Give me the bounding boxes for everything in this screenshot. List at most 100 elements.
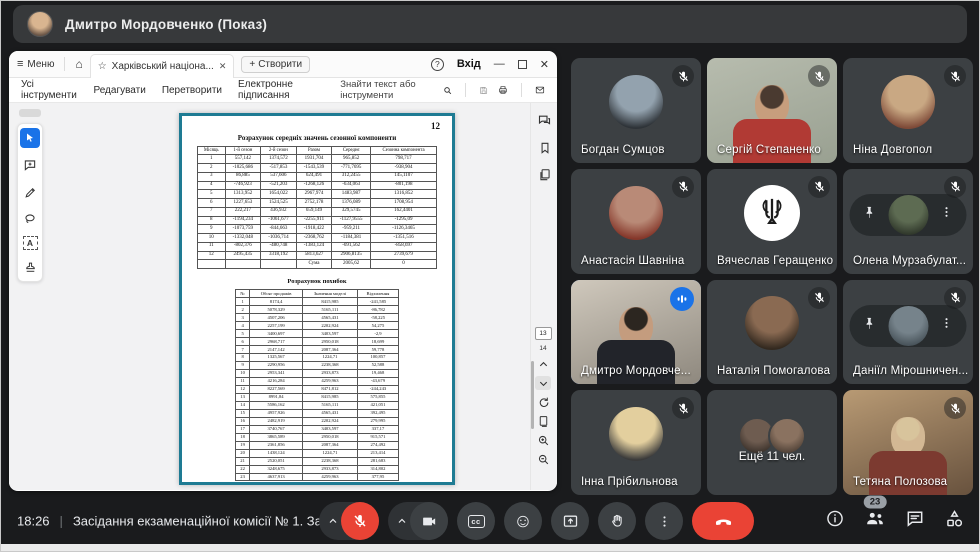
- participant-tile[interactable]: Інна Прібильнова: [571, 390, 701, 495]
- pages-panel-icon[interactable]: [538, 168, 552, 182]
- chat-button[interactable]: [905, 509, 925, 534]
- participant-tile[interactable]: Дмитро Мордовче...: [571, 280, 701, 385]
- bookmarks-panel-icon[interactable]: [538, 141, 552, 155]
- zoom-out-button[interactable]: [535, 452, 551, 466]
- trident-icon: [755, 196, 789, 230]
- avatar: [609, 186, 663, 240]
- document-tab-title: Харківський націона...: [112, 61, 214, 72]
- save-icon[interactable]: [479, 84, 488, 97]
- help-icon[interactable]: ?: [431, 58, 444, 71]
- mic-muted-icon: [944, 287, 966, 309]
- participant-tile[interactable]: Ещё 11 чел.: [707, 390, 837, 495]
- lasso-tool[interactable]: [20, 209, 40, 229]
- select-tool[interactable]: [20, 128, 40, 148]
- participant-name: Богдан Сумцов: [581, 144, 665, 156]
- participant-name: Тетяна Полозова: [853, 476, 947, 488]
- new-tab-button[interactable]: +Створити: [241, 56, 310, 73]
- close-button[interactable]: ✕: [540, 58, 549, 71]
- divider: [465, 83, 466, 97]
- participant-tile[interactable]: Анастасія Шавніна: [571, 169, 701, 274]
- comments-panel-icon[interactable]: [537, 113, 552, 128]
- seasonal-component-table: Місяць1-й сезон2-й сезонРазомСереднєСезо…: [197, 146, 437, 269]
- divider: |: [60, 514, 63, 529]
- previous-page-button[interactable]: [535, 357, 551, 371]
- present-button[interactable]: [551, 502, 589, 540]
- participant-tile[interactable]: Ніна Довгопол: [843, 58, 973, 163]
- participant-tile[interactable]: Наталія Помогалова: [707, 280, 837, 385]
- mic-control: [319, 502, 379, 540]
- participant-tile[interactable]: Вячеслав Геращенко: [707, 169, 837, 274]
- tile-menu-button[interactable]: [940, 316, 954, 335]
- print-icon[interactable]: [498, 83, 508, 97]
- avatar: [609, 407, 663, 461]
- comment-tool[interactable]: [20, 155, 40, 175]
- more-options-button[interactable]: [645, 502, 683, 540]
- people-button[interactable]: 23: [864, 508, 886, 535]
- pin-icon: [863, 316, 878, 331]
- participant-tile[interactable]: Олена Мурзабулат...: [843, 169, 973, 274]
- rotate-page-button[interactable]: [535, 395, 551, 409]
- raise-hand-button[interactable]: [598, 502, 636, 540]
- zoom-in-button[interactable]: [535, 433, 551, 447]
- page-nav-column: 13 14: [533, 327, 553, 466]
- camera-options-chevron-icon[interactable]: [394, 513, 410, 529]
- camera-control: [388, 502, 448, 540]
- convert-menu[interactable]: Перетворити: [162, 85, 222, 96]
- edit-menu[interactable]: Редагувати: [93, 85, 145, 96]
- stamp-tool[interactable]: [20, 257, 40, 277]
- errors-table: №Обсяг продажівЗначення моделіВідхилення…: [235, 289, 399, 481]
- mic-muted-icon: [672, 65, 694, 87]
- participant-tile[interactable]: Богдан Сумцов: [571, 58, 701, 163]
- pin-icon: [863, 205, 878, 220]
- home-icon[interactable]: ⌂: [75, 57, 82, 71]
- maximize-button[interactable]: [518, 60, 527, 69]
- mail-icon[interactable]: [535, 83, 545, 97]
- participant-tile[interactable]: Сергій Степаненко: [707, 58, 837, 163]
- panel-toggle[interactable]: [19, 109, 41, 117]
- current-page-input[interactable]: 13: [535, 327, 552, 340]
- scrollbar[interactable]: [531, 361, 534, 429]
- all-tools-menu[interactable]: Усі інструменти: [21, 79, 77, 101]
- present-icon: [562, 513, 579, 530]
- next-page-button[interactable]: [535, 376, 551, 390]
- draw-tool[interactable]: [20, 182, 40, 202]
- leave-call-button[interactable]: [692, 502, 754, 540]
- login-button[interactable]: Вхід: [457, 58, 481, 70]
- participant-name: Олена Мурзабулат...: [853, 255, 966, 267]
- meeting-details-button[interactable]: [825, 509, 845, 534]
- camera-button[interactable]: [410, 502, 448, 540]
- participant-tile[interactable]: Тетяна Полозова: [843, 390, 973, 495]
- captions-button[interactable]: cc: [457, 502, 495, 540]
- search-icon[interactable]: [443, 84, 452, 97]
- tile-menu-icon: [940, 205, 954, 219]
- select-text-tool[interactable]: A: [23, 236, 38, 250]
- document-tab[interactable]: ☆ Харківський націона... ✕: [90, 54, 235, 78]
- mic-options-chevron-icon[interactable]: [325, 513, 341, 529]
- info-icon: [825, 509, 845, 529]
- avatar: [889, 306, 929, 346]
- avatar: [745, 296, 799, 350]
- activities-button[interactable]: [944, 508, 965, 534]
- people-count-badge: 23: [864, 496, 887, 509]
- participant-tile[interactable]: Даніїл Мірошничен...: [843, 280, 973, 385]
- pin-tile-button[interactable]: [863, 316, 878, 336]
- export-page-button[interactable]: [535, 414, 551, 428]
- minimize-button[interactable]: —: [494, 58, 505, 70]
- participant-name: Вячеслав Геращенко: [717, 255, 833, 267]
- mic-muted-icon: [944, 65, 966, 87]
- mic-mute-button[interactable]: [341, 502, 379, 540]
- reactions-button[interactable]: ☺: [504, 502, 542, 540]
- tile-menu-button[interactable]: [940, 205, 954, 224]
- mic-muted-icon: [944, 176, 966, 198]
- pin-tile-button[interactable]: [863, 205, 878, 225]
- avatar: [609, 75, 663, 129]
- tile-hover-controls: [850, 305, 967, 347]
- star-icon[interactable]: ☆: [98, 61, 107, 72]
- esign-menu[interactable]: Електронне підписання: [238, 79, 324, 101]
- mic-muted-icon: [672, 397, 694, 419]
- participant-name: Анастасія Шавніна: [581, 255, 685, 267]
- find-label[interactable]: Знайти текст або інструменти: [340, 79, 433, 101]
- tab-close-icon[interactable]: ✕: [219, 61, 227, 72]
- speaking-indicator-icon: [670, 287, 694, 311]
- acrobat-menu-button[interactable]: ≡Меню: [17, 58, 54, 70]
